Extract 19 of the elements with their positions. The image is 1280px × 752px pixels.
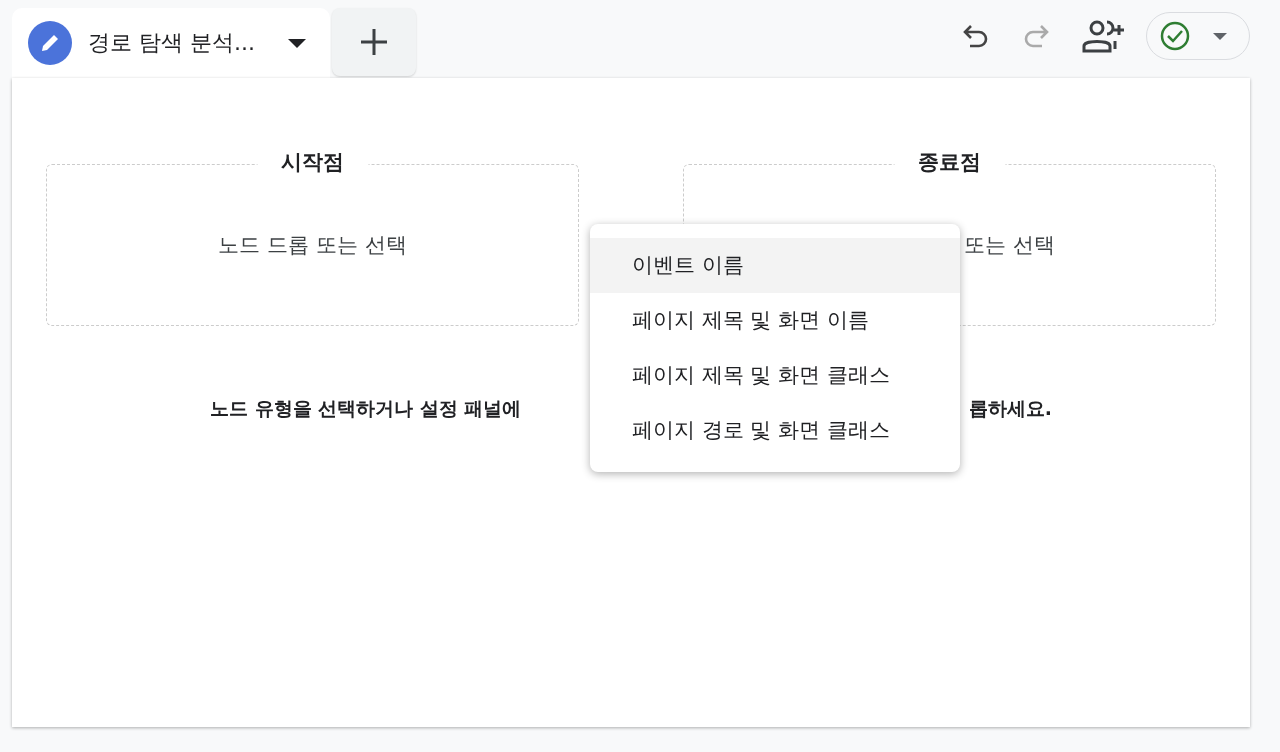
- check-circle-icon: [1159, 20, 1191, 52]
- caret-icon: [1213, 32, 1227, 40]
- pencil-icon: [28, 21, 72, 65]
- menu-item[interactable]: 페이지 제목 및 화면 클래스: [590, 348, 960, 403]
- menu-item[interactable]: 페이지 경로 및 화면 클래스: [590, 403, 960, 458]
- undo-icon[interactable]: [962, 23, 990, 49]
- caret-icon[interactable]: [288, 38, 306, 48]
- add-person-icon[interactable]: [1082, 19, 1126, 53]
- menu-item[interactable]: 이벤트 이름: [590, 238, 960, 293]
- status-button[interactable]: [1146, 12, 1250, 60]
- add-tab-button[interactable]: [332, 8, 416, 76]
- plus-icon: [359, 27, 389, 57]
- node-placeholder: 노드 드롭 또는 선택: [218, 232, 407, 259]
- menu-item[interactable]: 페이지 제목 및 화면 이름: [590, 293, 960, 348]
- tab-title: 경로 탐색 분석...: [88, 29, 256, 57]
- hint-text: 노드 유형을 선택하거나 설정 패널에: [210, 396, 522, 421]
- tab[interactable]: 경로 탐색 분석...: [12, 8, 330, 78]
- hint-text: 롭하세요.: [968, 396, 1052, 421]
- node-placeholder: 또는 선택: [964, 232, 1055, 259]
